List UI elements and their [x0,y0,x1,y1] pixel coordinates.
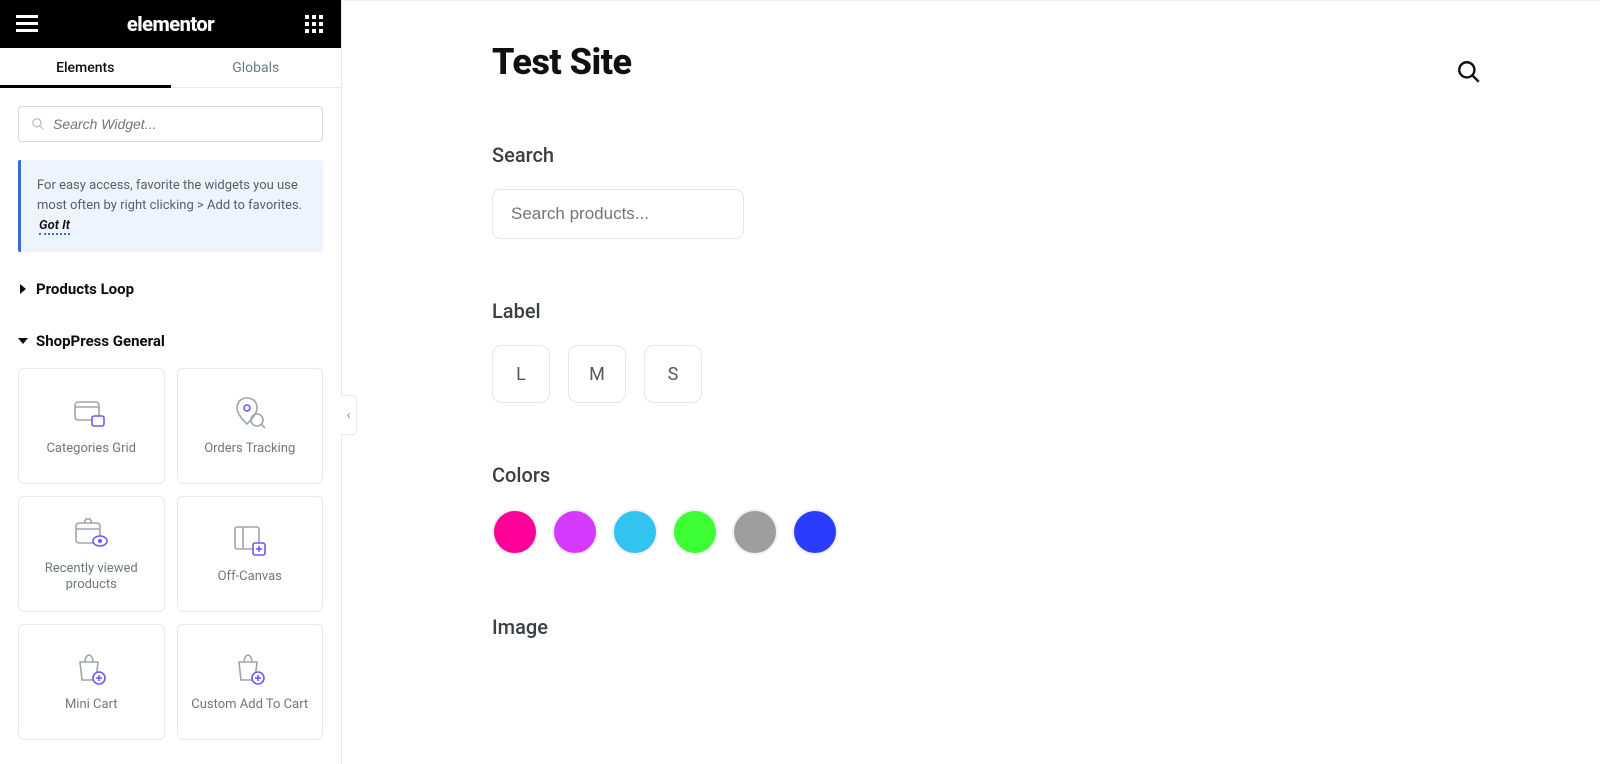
bag-plus-icon [232,651,268,687]
block-title-colors: Colors [492,463,1472,487]
panel-header: elementor [0,0,341,48]
widget-label: Categories Grid [46,441,136,457]
section-title: ShopPress General [36,332,165,350]
block-search: Search [492,143,1472,239]
color-swatch-1[interactable] [552,509,598,555]
label-option-m[interactable]: M [568,345,626,403]
search-icon [31,117,45,131]
chevron-down-icon [18,336,28,346]
bag-plus-icon [73,651,109,687]
favorites-tip: For easy access, favorite the widgets yo… [18,160,323,252]
block-title-image: Image [492,615,1472,639]
color-swatch-3[interactable] [672,509,718,555]
folder-grid-icon [73,395,109,431]
widget-label: Off-Canvas [218,569,282,585]
block-title-search: Search [492,143,1472,167]
widget-categories-grid[interactable]: Categories Grid [18,368,165,484]
label-option-l[interactable]: L [492,345,550,403]
widget-mini-cart[interactable]: Mini Cart [18,624,165,740]
block-title-label: Label [492,299,1472,323]
section-shoppress-general: ShopPress General Categories Grid Orders… [18,326,323,740]
preview-canvas: Test Site Search Label L M S Colors [342,0,1600,764]
label-option-s[interactable]: S [644,345,702,403]
tab-globals[interactable]: Globals [171,48,342,87]
tip-text: For easy access, favorite the widgets yo… [37,178,302,213]
tab-elements[interactable]: Elements [0,48,171,87]
site-title: Test Site [492,41,632,83]
box-eye-icon [73,515,109,551]
hamburger-icon[interactable] [16,13,38,35]
label-options: L M S [492,345,1472,403]
panel-body: For easy access, favorite the widgets yo… [0,88,341,764]
block-label: Label L M S [492,299,1472,403]
site-search-toggle[interactable] [1456,59,1482,89]
section-title: Products Loop [36,280,134,298]
color-swatch-5[interactable] [792,509,838,555]
widget-label: Recently viewed products [27,561,156,594]
widget-label: Mini Cart [65,697,118,713]
chevron-right-icon [18,284,28,294]
section-products-loop: Products Loop [18,274,323,304]
block-image: Image [492,615,1472,639]
tip-gotit[interactable]: Got It [39,218,70,235]
panel-plus-icon [232,523,268,559]
block-colors: Colors [492,463,1472,555]
color-swatch-4[interactable] [732,509,778,555]
widget-search[interactable] [18,106,323,142]
apps-grid-icon[interactable] [303,13,325,35]
color-swatch-0[interactable] [492,509,538,555]
widget-grid: Categories Grid Orders Tracking Recently… [18,368,323,740]
widget-search-input[interactable] [53,116,310,132]
widget-label: Orders Tracking [204,441,295,457]
widget-label: Custom Add To Cart [191,697,308,713]
widget-custom-add-to-cart[interactable]: Custom Add To Cart [177,624,324,740]
product-search[interactable] [492,189,744,239]
elementor-logo: elementor [127,12,214,36]
product-search-input[interactable] [511,204,732,224]
color-swatch-2[interactable] [612,509,658,555]
elementor-panel: elementor Elements Globals For easy acce… [0,0,342,764]
site-header: Test Site [492,41,1472,83]
search-icon [1456,59,1482,85]
section-header-products-loop[interactable]: Products Loop [18,274,323,304]
widget-orders-tracking[interactable]: Orders Tracking [177,368,324,484]
section-header-shoppress-general[interactable]: ShopPress General [18,326,323,356]
color-swatches [492,509,1472,555]
location-search-icon [232,395,268,431]
panel-tabs: Elements Globals [0,48,341,88]
widget-off-canvas[interactable]: Off-Canvas [177,496,324,612]
widget-recently-viewed[interactable]: Recently viewed products [18,496,165,612]
